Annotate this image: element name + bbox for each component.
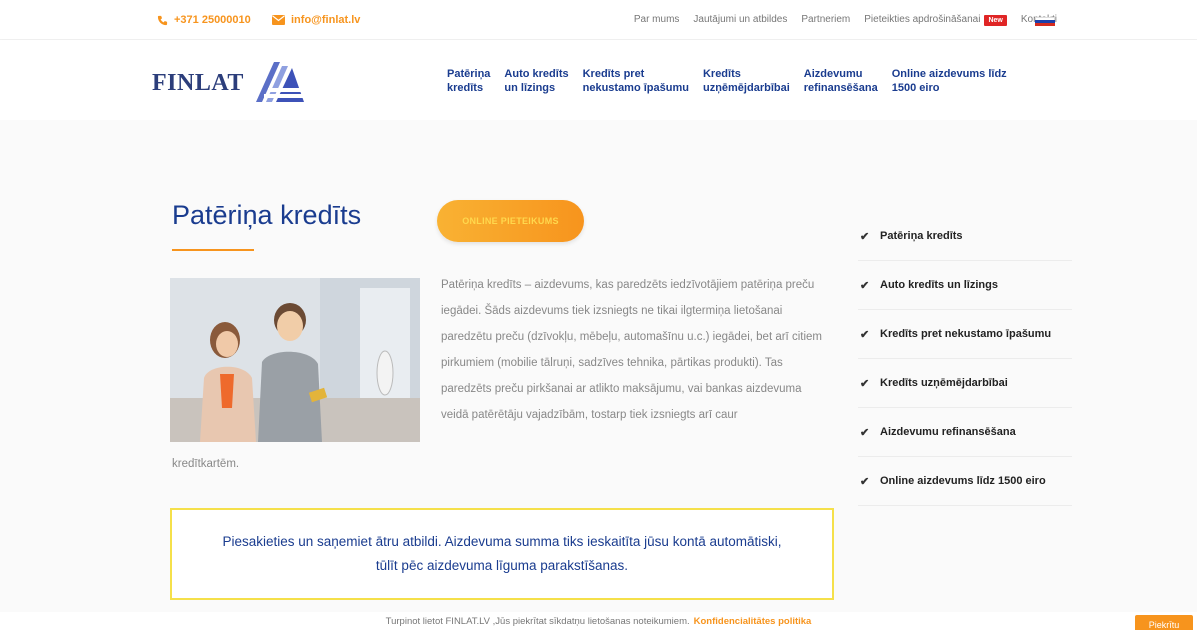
check-icon: ✔ [860,230,870,243]
nav-auto-credit[interactable]: Auto kredīts un līzings [504,67,568,95]
sidebar-item-label: Kredīts pret nekustamo īpašumu [880,328,1052,340]
top-bar: +371 25000010 info@finlat.lv Par mums Ja… [0,0,1197,40]
consumer-credit-photo [170,278,420,442]
new-badge: New [984,15,1007,26]
russian-flag-icon[interactable] [1035,17,1055,26]
info-callout: Piesakieties un saņemiet ātru atbildi. A… [170,508,834,600]
email-link[interactable]: info@finlat.lv [272,14,360,26]
intro-paragraph-tail: kredītkartēm. [172,458,240,470]
check-icon: ✔ [860,279,870,292]
nav-online-loan[interactable]: Online aizdevums līdz 1500 eiro [892,67,1007,95]
sidebar: ✔ Patēriņa kredīts ✔ Auto kredīts un līzin… [858,212,1072,506]
online-application-button[interactable]: ONLINE PIETEIKUMS [437,200,584,242]
nav-real-estate-credit[interactable]: Kredīts pret nekustamo īpašumu [583,67,689,95]
intro-paragraph: Patēriņa kredīts – aizdevums, kas paredz… [441,279,822,421]
privacy-policy-link[interactable]: Konfidencialitātes politika [694,616,812,627]
sidebar-item-real-estate-credit[interactable]: ✔ Kredīts pret nekustamo īpašumu [858,310,1072,359]
check-icon: ✔ [860,377,870,390]
top-link-partners[interactable]: Partneriem [801,14,850,25]
cookie-text: Turpinot lietot FINLAT.LV ,Jūs piekrītat… [385,615,690,627]
cookie-accept-button[interactable]: Piekrītu [1135,615,1193,630]
sidebar-item-label: Online aizdevums līdz 1500 eiro [880,475,1046,487]
top-link-faq[interactable]: Jautājumi un atbildes [693,14,787,25]
main-nav: Patēriņa kredīts Auto kredīts un līzings… [447,67,1007,95]
sidebar-item-online-loan[interactable]: ✔ Online aizdevums līdz 1500 eiro [858,457,1072,506]
cookie-bar: Turpinot lietot FINLAT.LV ,Jūs piekrītat… [0,612,1197,630]
page-title: Patēriņa kredīts [172,200,362,230]
envelope-icon [272,15,285,25]
check-icon: ✔ [860,426,870,439]
phone-number: +371 25000010 [174,14,251,26]
logo[interactable]: FINLAT [152,58,308,109]
sidebar-item-label: Patēriņa kredīts [880,230,963,242]
sidebar-item-consumer-credit[interactable]: ✔ Patēriņa kredīts [858,212,1072,261]
title-underline [172,249,254,251]
sidebar-item-label: Aizdevumu refinansēšana [880,426,1016,438]
sidebar-item-label: Auto kredīts un līzings [880,279,998,291]
nav-business-credit[interactable]: Kredīts uzņēmējdarbībai [703,67,790,95]
top-link-insurance[interactable]: Pieteikties apdrošināšanai New [864,14,1007,26]
check-icon: ✔ [860,328,870,341]
check-icon: ✔ [860,475,870,488]
nav-consumer-credit[interactable]: Patēriņa kredīts [447,67,490,95]
logo-mark-icon [248,58,308,109]
sidebar-item-refinancing[interactable]: ✔ Aizdevumu refinansēšana [858,408,1072,457]
top-links: Par mums Jautājumi un atbildes Partnerie… [634,14,1057,26]
phone-icon [157,15,168,26]
top-link-insurance-label: Pieteikties apdrošināšanai [864,14,981,25]
email-address: info@finlat.lv [291,14,361,26]
top-link-about[interactable]: Par mums [634,14,680,25]
nav-refinancing[interactable]: Aizdevumu refinansēšana [804,67,878,95]
sidebar-item-label: Kredīts uzņēmējdarbībai [880,377,1008,389]
logo-text: FINLAT [152,70,244,96]
main-header: FINLAT Patēriņa kredīts Auto kredīts un … [0,40,1197,120]
sidebar-item-auto-credit[interactable]: ✔ Auto kredīts un līzings [858,261,1072,310]
phone-link[interactable]: +371 25000010 [157,14,251,26]
callout-text: Piesakieties un saņemiet ātru atbildi. A… [222,534,782,573]
sidebar-item-business-credit[interactable]: ✔ Kredīts uzņēmējdarbībai [858,359,1072,408]
